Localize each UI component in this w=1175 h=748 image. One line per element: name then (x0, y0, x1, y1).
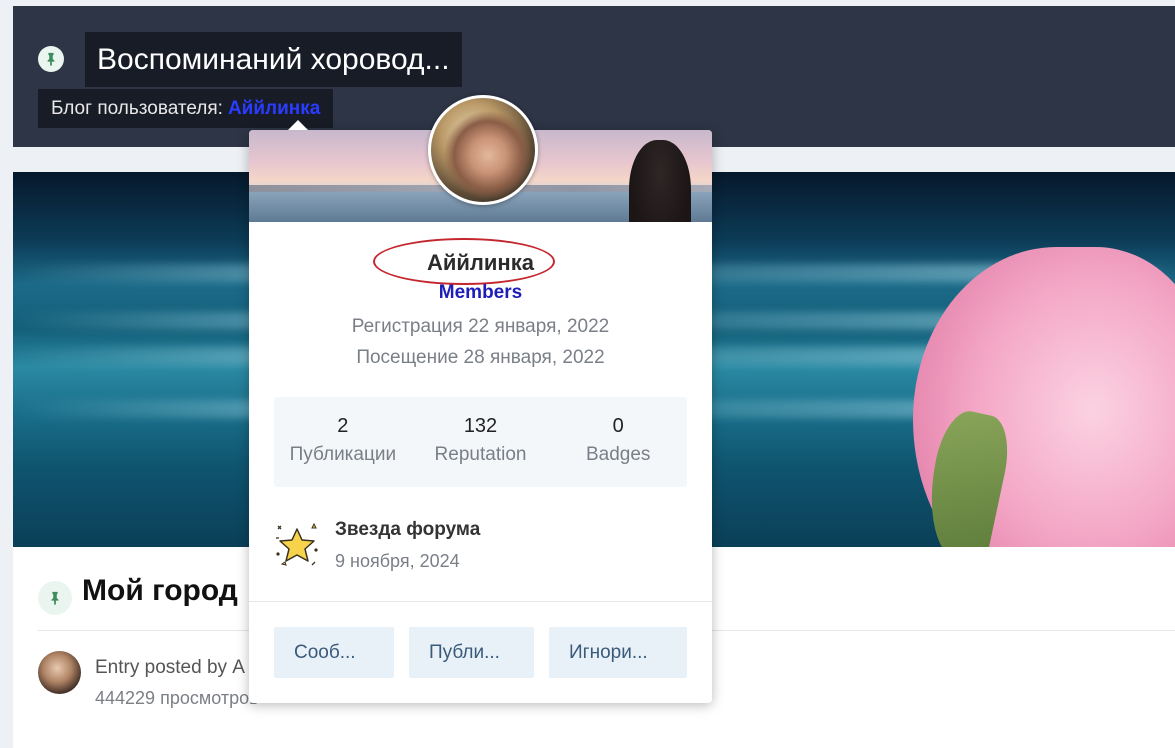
star-icon (274, 520, 320, 568)
message-button[interactable]: Сооб... (274, 627, 394, 678)
divider (249, 601, 712, 602)
stat-reputation[interactable]: 132 Reputation (412, 397, 550, 487)
badge-title[interactable]: Звезда форума (335, 519, 480, 541)
stat-value: 0 (612, 415, 624, 437)
stat-label: Badges (585, 444, 651, 465)
pin-icon (38, 581, 72, 615)
stat-value: 132 (463, 415, 498, 437)
ignore-button[interactable]: Игнори... (549, 627, 687, 678)
entry-posted-by: Entry posted by А (95, 657, 245, 678)
user-hovercard: Аййлинка Members Регистрация 22 января, … (249, 95, 712, 703)
user-name[interactable]: Аййлинка (249, 250, 712, 276)
pin-icon (38, 46, 64, 72)
user-stats: 2 Публикации 132 Reputation 0 Badges (274, 397, 687, 487)
badge-date: 9 ноября, 2024 (335, 551, 460, 571)
content-button[interactable]: Публи... (409, 627, 534, 678)
entry-title[interactable]: Мой город (82, 574, 238, 608)
stat-label: Reputation (434, 444, 527, 465)
registration-date: Регистрация 22 января, 2022 (351, 316, 610, 337)
stat-badges[interactable]: 0 Badges (549, 397, 687, 487)
stat-value: 2 (337, 415, 349, 437)
blog-header: Воспоминаний хоровод... Блог пользовател… (13, 6, 1175, 147)
user-group: Members (438, 282, 523, 303)
avatar[interactable] (428, 95, 538, 205)
last-visit-date: Посещение 28 января, 2022 (356, 347, 605, 368)
stat-label: Публикации (289, 444, 397, 465)
cover-figure (629, 140, 691, 222)
author-link[interactable]: Аййлинка (228, 98, 320, 120)
subtitle-prefix: Блог пользователя: (51, 97, 223, 119)
entry-views: 444229 просмотров (95, 688, 259, 708)
stat-publications[interactable]: 2 Публикации (274, 397, 412, 487)
avatar[interactable] (38, 651, 81, 694)
blog-title[interactable]: Воспоминаний хоровод... (85, 32, 462, 87)
